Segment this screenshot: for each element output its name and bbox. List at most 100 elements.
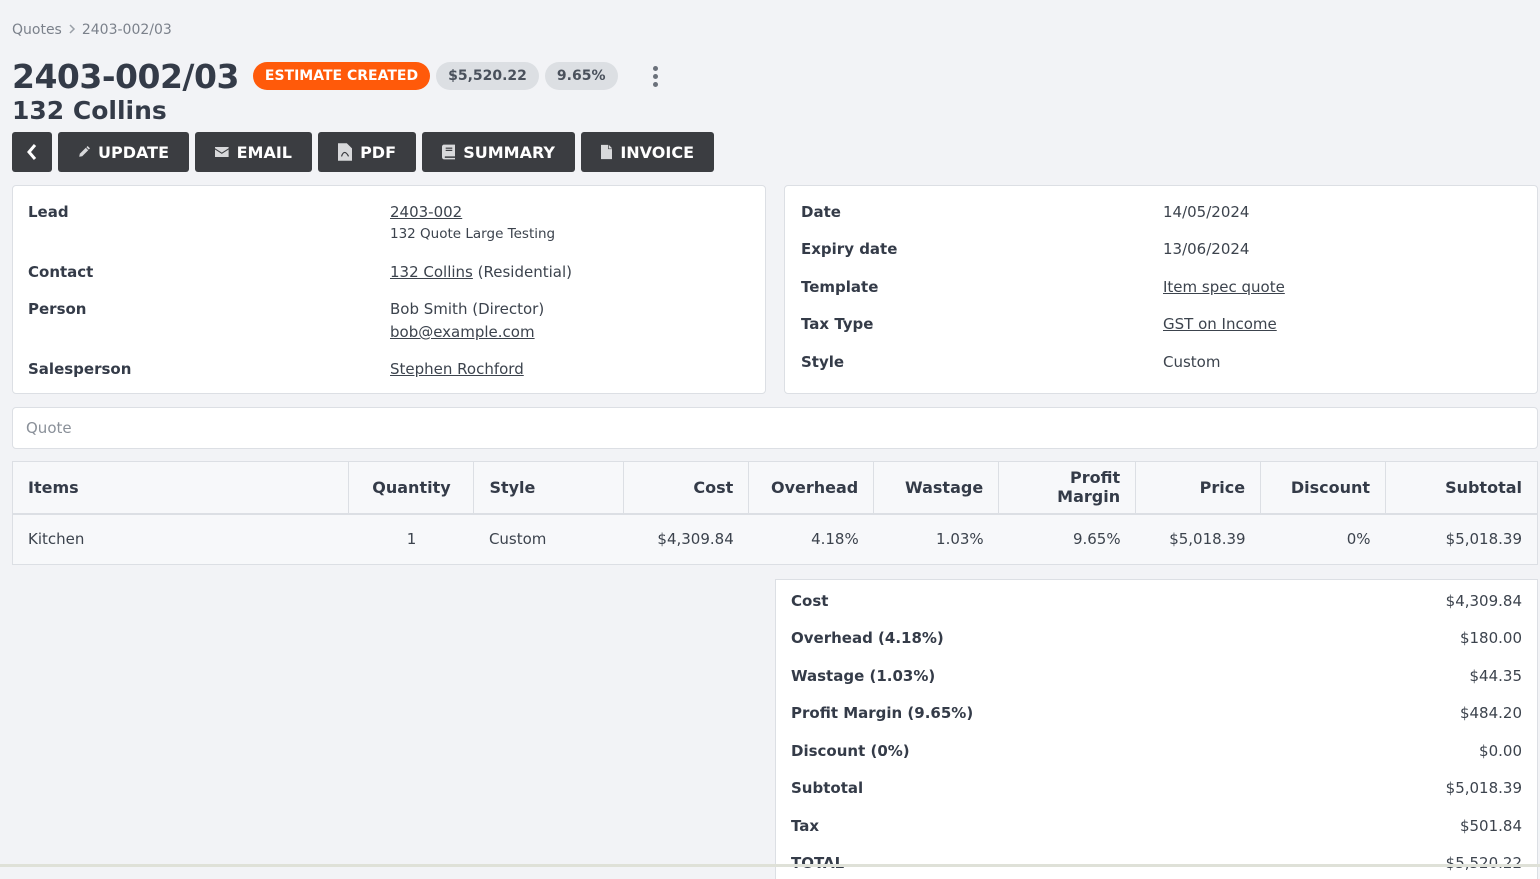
discount-cell: 0% bbox=[1260, 513, 1386, 565]
column-header: Items bbox=[12, 461, 350, 515]
column-header: Wastage bbox=[873, 461, 1000, 515]
chevron-right-icon bbox=[68, 23, 76, 37]
lead-label: Lead bbox=[28, 203, 69, 221]
column-header: Price bbox=[1135, 461, 1262, 515]
tax-type-link[interactable]: GST on Income bbox=[1163, 315, 1277, 333]
person-name: Bob Smith (Director) bbox=[390, 300, 545, 318]
total-row-tax: Tax $501.84 bbox=[791, 817, 1522, 835]
item-name-cell: Kitchen bbox=[12, 513, 349, 565]
salesperson-link[interactable]: Stephen Rochford bbox=[390, 360, 524, 378]
contact-type: (Residential) bbox=[477, 263, 572, 281]
invoice-button[interactable]: INVOICE bbox=[581, 132, 714, 172]
total-row-cost: Cost $4,309.84 bbox=[791, 592, 1522, 610]
page-subtitle: 132 Collins bbox=[12, 96, 167, 125]
total-label: Cost bbox=[791, 592, 829, 610]
lead-description: 132 Quote Large Testing bbox=[390, 226, 556, 242]
pdf-button-label: PDF bbox=[360, 142, 396, 162]
email-button-label: EMAIL bbox=[236, 142, 292, 162]
envelope-icon bbox=[215, 147, 229, 157]
wastage-cell: 1.03% bbox=[873, 513, 999, 565]
update-button-label: UPDATE bbox=[98, 142, 169, 162]
file-icon bbox=[601, 144, 613, 160]
expiry-value: 13/06/2024 bbox=[1163, 240, 1250, 258]
style-value: Custom bbox=[1163, 353, 1221, 371]
column-header: Overhead bbox=[748, 461, 875, 515]
person-email-link[interactable]: bob@example.com bbox=[390, 323, 535, 341]
overhead-cell: 4.18% bbox=[748, 513, 874, 565]
total-label: Tax bbox=[791, 817, 820, 835]
total-value: $484.20 bbox=[1459, 704, 1522, 722]
total-label: TOTAL bbox=[791, 854, 845, 872]
update-button[interactable]: UPDATE bbox=[58, 132, 189, 172]
quote-details-card: Date 14/05/2024 Expiry date 13/06/2024 T… bbox=[784, 185, 1538, 394]
table-header-row: Items Quantity Style Cost Overhead Wasta… bbox=[12, 461, 1538, 515]
lead-link[interactable]: 2403-002 bbox=[390, 203, 462, 221]
template-link[interactable]: Item spec quote bbox=[1163, 278, 1285, 296]
breadcrumb-quotes-link[interactable]: Quotes bbox=[12, 22, 62, 38]
summary-button[interactable]: SUMMARY bbox=[422, 132, 575, 172]
total-label: Overhead (4.18%) bbox=[791, 629, 944, 647]
style-cell: Custom bbox=[473, 513, 624, 565]
contact-value: 132 Collins (Residential) bbox=[390, 263, 572, 281]
tax-type-label: Tax Type bbox=[801, 315, 874, 333]
totals-panel: Cost $4,309.84 Overhead (4.18%) $180.00 … bbox=[775, 579, 1538, 879]
summary-button-label: SUMMARY bbox=[463, 142, 555, 162]
quantity-cell: 1 bbox=[348, 513, 474, 565]
email-button[interactable]: EMAIL bbox=[195, 132, 312, 172]
quote-notes-field[interactable]: Quote bbox=[12, 407, 1538, 449]
total-value: $4,309.84 bbox=[1445, 592, 1522, 610]
salesperson-label: Salesperson bbox=[28, 360, 132, 378]
column-header: Discount bbox=[1260, 461, 1387, 515]
person-label: Person bbox=[28, 300, 87, 318]
invoice-button-label: INVOICE bbox=[620, 142, 694, 162]
pencil-icon bbox=[79, 145, 91, 157]
table-row[interactable]: Kitchen 1 Custom $4,309.84 4.18% 1.03% 9… bbox=[12, 513, 1538, 565]
column-header: Profit Margin bbox=[998, 461, 1137, 515]
total-value: $0.00 bbox=[1479, 742, 1522, 760]
total-row-wastage: Wastage (1.03%) $44.35 bbox=[791, 667, 1522, 685]
column-header: Subtotal bbox=[1385, 461, 1538, 515]
total-row-profit-margin: Profit Margin (9.65%) $484.20 bbox=[791, 704, 1522, 722]
total-label: Profit Margin (9.65%) bbox=[791, 704, 974, 722]
total-row-overhead: Overhead (4.18%) $180.00 bbox=[791, 629, 1522, 647]
contact-link[interactable]: 132 Collins bbox=[390, 263, 473, 281]
action-toolbar: UPDATE EMAIL PDF SUMMARY INVOICE bbox=[12, 132, 714, 172]
pdf-file-icon bbox=[338, 143, 353, 161]
total-row-subtotal: Subtotal $5,018.39 bbox=[791, 779, 1522, 797]
total-label: Subtotal bbox=[791, 779, 864, 797]
total-value: $5,018.39 bbox=[1445, 779, 1522, 797]
items-table: Items Quantity Style Cost Overhead Wasta… bbox=[12, 461, 1538, 565]
expiry-label: Expiry date bbox=[801, 240, 898, 258]
title-row: 2403-002/03 ESTIMATE CREATED $5,520.22 9… bbox=[12, 56, 668, 96]
total-row-discount: Discount (0%) $0.00 bbox=[791, 742, 1522, 760]
total-badge: $5,520.22 bbox=[436, 62, 539, 90]
date-value: 14/05/2024 bbox=[1163, 203, 1250, 221]
total-value: $501.84 bbox=[1459, 817, 1522, 835]
total-label: Wastage (1.03%) bbox=[791, 667, 936, 685]
template-label: Template bbox=[801, 278, 879, 296]
contact-label: Contact bbox=[28, 263, 94, 281]
column-header: Quantity bbox=[348, 461, 475, 515]
page-title: 2403-002/03 bbox=[12, 56, 239, 96]
breadcrumb-current: 2403-002/03 bbox=[81, 22, 172, 38]
margin-badge: 9.65% bbox=[544, 62, 618, 90]
date-label: Date bbox=[801, 203, 841, 221]
status-badge: ESTIMATE CREATED bbox=[252, 62, 431, 90]
column-header: Cost bbox=[623, 461, 750, 515]
price-cell: $5,018.39 bbox=[1135, 513, 1261, 565]
back-button[interactable] bbox=[12, 132, 52, 172]
total-row-grand-total: TOTAL $5,520.22 bbox=[791, 854, 1522, 872]
profit-margin-cell: 9.65% bbox=[998, 513, 1136, 565]
pdf-button[interactable]: PDF bbox=[318, 132, 416, 172]
total-label: Discount (0%) bbox=[791, 742, 910, 760]
column-header: Style bbox=[473, 461, 625, 515]
style-label: Style bbox=[801, 353, 845, 371]
total-value: $5,520.22 bbox=[1445, 854, 1522, 872]
more-options-icon[interactable] bbox=[644, 62, 668, 90]
breadcrumb: Quotes 2403-002/03 bbox=[12, 22, 172, 38]
subtotal-cell: $5,018.39 bbox=[1385, 513, 1538, 565]
total-value: $180.00 bbox=[1459, 629, 1522, 647]
total-value: $44.35 bbox=[1469, 667, 1523, 685]
chevron-left-icon bbox=[27, 144, 37, 160]
lead-info-card: Lead 2403-002 132 Quote Large Testing Co… bbox=[12, 185, 766, 394]
